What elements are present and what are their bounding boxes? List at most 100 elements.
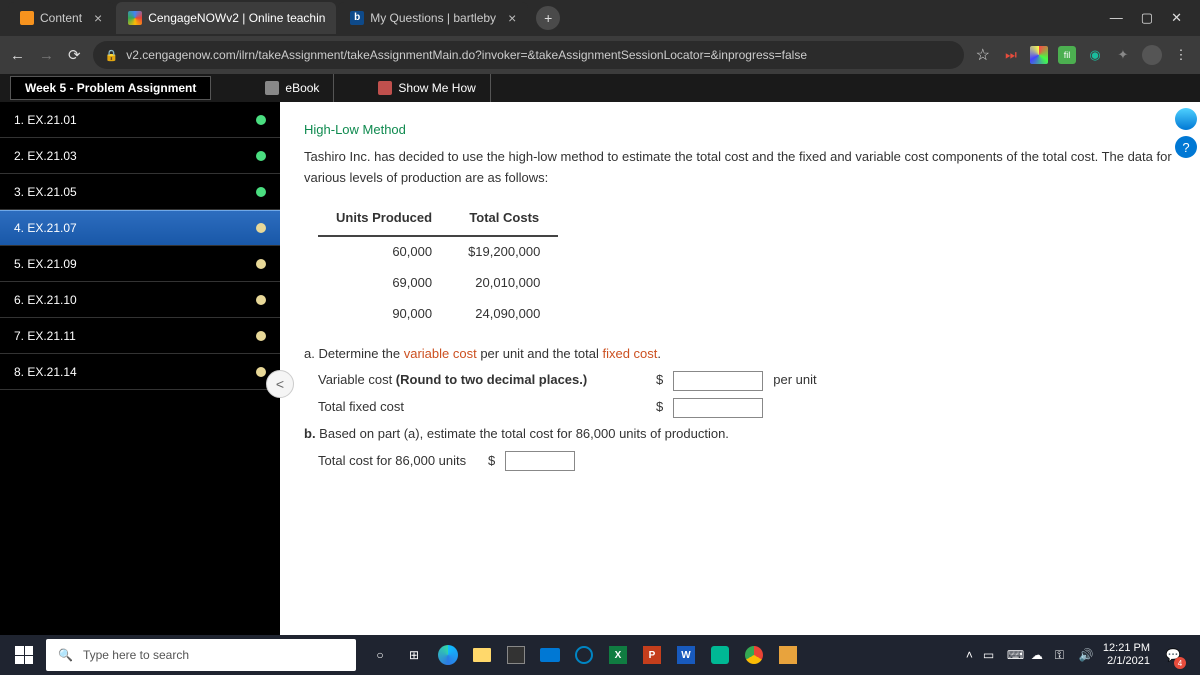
notifications-icon[interactable]: 💬4 [1160, 639, 1186, 671]
tab-bartleby[interactable]: b My Questions | bartleby × [338, 2, 528, 34]
cloud-icon[interactable]: ☁ [1031, 648, 1045, 662]
taskbar-search[interactable]: 🔍 Type here to search [46, 639, 356, 671]
table-row: 69,00020,010,000 [318, 268, 558, 299]
part-a: a. Determine the variable cost per unit … [304, 344, 1176, 365]
mail-icon[interactable] [536, 639, 564, 671]
table-row: 60,000$19,200,000 [318, 236, 558, 268]
reload-icon[interactable]: ⟳ [68, 46, 81, 64]
app-icon-2[interactable] [774, 639, 802, 671]
show-me-how-button[interactable]: Show Me How [364, 74, 490, 102]
app-icon[interactable] [706, 639, 734, 671]
status-dot-icon [256, 259, 266, 269]
cortana-icon[interactable]: ○ [366, 639, 394, 671]
col-header-costs: Total Costs [450, 202, 558, 236]
volume-icon[interactable]: 🔊 [1079, 648, 1093, 662]
explorer-icon[interactable] [468, 639, 496, 671]
dollar-sign: $ [656, 370, 663, 391]
search-placeholder: Type here to search [83, 648, 189, 662]
favicon [20, 11, 34, 25]
star-icon[interactable]: ☆ [976, 45, 990, 65]
app-toolbar: Week 5 - Problem Assignment eBook Show M… [0, 74, 1200, 102]
wifi-icon[interactable]: ⚿ [1055, 648, 1069, 662]
question-sidebar: 1. EX.21.01 2. EX.21.03 3. EX.21.05 4. E… [0, 102, 280, 635]
start-button[interactable] [6, 637, 42, 673]
search-icon: 🔍 [58, 648, 73, 662]
maximize-icon[interactable]: ▢ [1141, 10, 1153, 26]
question-6[interactable]: 6. EX.21.10 [0, 282, 280, 318]
question-4[interactable]: 4. EX.21.07 [0, 210, 280, 246]
question-5[interactable]: 5. EX.21.09 [0, 246, 280, 282]
video-icon [378, 81, 392, 95]
dollar-sign: $ [656, 397, 663, 418]
help-icon[interactable]: ? [1175, 136, 1197, 158]
ext-icon-1[interactable]: ⏭ [1002, 46, 1020, 64]
ext-icon-3[interactable]: fil [1058, 46, 1076, 64]
close-window-icon[interactable]: ✕ [1171, 10, 1182, 26]
ext-icon-2[interactable] [1030, 46, 1048, 64]
glossary-link-fixed-cost[interactable]: fixed cost [602, 346, 657, 361]
table-row: 90,00024,090,000 [318, 299, 558, 330]
ext-icon-4[interactable]: ◉ [1086, 46, 1104, 64]
ebook-button[interactable]: eBook [251, 74, 334, 102]
variable-cost-input[interactable] [673, 371, 763, 391]
part-b: b. Based on part (a), estimate the total… [304, 424, 1176, 445]
fixed-cost-input[interactable] [673, 398, 763, 418]
dell-icon[interactable] [570, 639, 598, 671]
status-dot-icon [256, 223, 266, 233]
battery-icon[interactable]: ▭ [983, 648, 997, 662]
main-panel: High-Low Method Tashiro Inc. has decided… [280, 102, 1200, 635]
edge-icon[interactable] [434, 639, 462, 671]
fixed-cost-label: Total fixed cost [318, 397, 638, 418]
back-icon[interactable]: ← [10, 47, 25, 64]
status-dot-icon [256, 151, 266, 161]
clock[interactable]: 12:21 PM 2/1/2021 [1103, 642, 1150, 668]
keyboard-icon[interactable]: ⌨ [1007, 648, 1021, 662]
book-icon [265, 81, 279, 95]
section-title: High-Low Method [304, 120, 1176, 141]
glossary-link-variable-cost[interactable]: variable cost [404, 346, 477, 361]
question-1[interactable]: 1. EX.21.01 [0, 102, 280, 138]
col-header-units: Units Produced [318, 202, 450, 236]
extensions-icon[interactable]: ✦ [1114, 46, 1132, 64]
data-table: Units ProducedTotal Costs 60,000$19,200,… [318, 202, 558, 329]
close-icon[interactable]: × [94, 10, 102, 26]
url-box[interactable]: 🔒 v2.cengagenow.com/ilrn/takeAssignment/… [93, 41, 964, 69]
collapse-sidebar-button[interactable]: < [266, 370, 294, 398]
status-dot-icon [256, 367, 266, 377]
per-unit-label: per unit [773, 370, 816, 391]
powerpoint-icon[interactable]: P [638, 639, 666, 671]
favicon: b [350, 11, 364, 25]
word-icon[interactable]: W [672, 639, 700, 671]
question-7[interactable]: 7. EX.21.11 [0, 318, 280, 354]
show-me-label: Show Me How [398, 81, 475, 95]
total-cost-input[interactable] [505, 451, 575, 471]
forward-icon[interactable]: → [39, 47, 54, 64]
profile-icon[interactable] [1142, 45, 1162, 65]
url-text: v2.cengagenow.com/ilrn/takeAssignment/ta… [126, 48, 807, 62]
store-icon[interactable] [502, 639, 530, 671]
refresh-icon[interactable] [1175, 108, 1197, 130]
new-tab-button[interactable]: + [536, 6, 560, 30]
excel-icon[interactable]: X [604, 639, 632, 671]
tab-content[interactable]: Content × [8, 2, 114, 34]
question-2[interactable]: 2. EX.21.03 [0, 138, 280, 174]
fixed-cost-row: Total fixed cost $ [318, 397, 1176, 418]
tray-chevron-icon[interactable]: ˄ [966, 648, 973, 662]
tab-cengage[interactable]: CengageNOWv2 | Online teachin × [116, 2, 336, 34]
variable-cost-label: Variable cost (Round to two decimal plac… [318, 370, 638, 391]
task-view-icon[interactable]: ⊞ [400, 639, 428, 671]
status-dot-icon [256, 295, 266, 305]
dollar-sign: $ [488, 451, 495, 472]
minimize-icon[interactable]: — [1110, 10, 1123, 26]
variable-cost-row: Variable cost (Round to two decimal plac… [318, 370, 1176, 391]
tab-title: Content [40, 11, 82, 25]
menu-icon[interactable]: ⋮ [1172, 46, 1190, 64]
status-dot-icon [256, 187, 266, 197]
total-cost-label: Total cost for 86,000 units [318, 451, 478, 472]
question-8[interactable]: 8. EX.21.14 [0, 354, 280, 390]
tab-title: My Questions | bartleby [370, 11, 496, 25]
question-3[interactable]: 3. EX.21.05 [0, 174, 280, 210]
chrome-icon[interactable] [740, 639, 768, 671]
close-icon[interactable]: × [508, 10, 516, 26]
windows-icon [15, 646, 33, 664]
